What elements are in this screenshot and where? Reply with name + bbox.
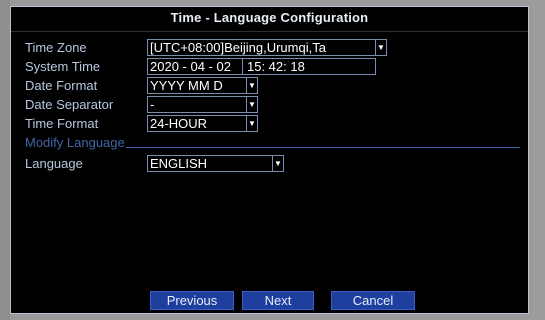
language-select[interactable]: ENGLISH ▼ — [147, 155, 284, 172]
time-zone-value: [UTC+08:00]Beijing,Urumqi,Ta — [150, 40, 326, 55]
date-separator-label: Date Separator — [25, 97, 114, 112]
window-title: Time - Language Configuration — [170, 10, 369, 25]
date-separator-value: - — [150, 97, 155, 112]
date-format-label: Date Format — [25, 78, 98, 93]
date-separator-select[interactable]: - ▼ — [147, 96, 258, 113]
system-time-date[interactable]: 2020 - 04 - 02 — [150, 59, 231, 74]
system-time-label: System Time — [25, 59, 101, 74]
screen-bezel-left — [0, 0, 10, 320]
chevron-down-icon[interactable]: ▼ — [272, 156, 283, 171]
chevron-down-icon[interactable]: ▼ — [246, 78, 257, 93]
date-format-value: YYYY MM D — [150, 78, 223, 93]
time-format-value: 24-HOUR — [150, 116, 208, 131]
screen-bezel-right — [529, 0, 545, 320]
title-divider — [11, 31, 528, 32]
next-button[interactable]: Next — [242, 291, 314, 310]
modify-language-heading: Modify Language — [25, 135, 125, 150]
language-label: Language — [25, 156, 83, 171]
time-format-label: Time Format — [25, 116, 99, 131]
system-time-clock[interactable]: 15: 42: 18 — [247, 59, 305, 74]
time-zone-select[interactable]: [UTC+08:00]Beijing,Urumqi,Ta ▼ — [147, 39, 387, 56]
time-zone-label: Time Zone — [25, 40, 87, 55]
cancel-button[interactable]: Cancel — [331, 291, 415, 310]
system-time-field[interactable]: 2020 - 04 - 02 15: 42: 18 — [147, 58, 376, 75]
previous-button[interactable]: Previous — [150, 291, 234, 310]
section-divider — [126, 147, 520, 148]
time-format-select[interactable]: 24-HOUR ▼ — [147, 115, 258, 132]
language-value: ENGLISH — [150, 156, 208, 171]
time-language-config-window: Time - Language Configuration Time Zone … — [10, 6, 529, 314]
chevron-down-icon[interactable]: ▼ — [246, 97, 257, 112]
chevron-down-icon[interactable]: ▼ — [246, 116, 257, 131]
chevron-down-icon[interactable]: ▼ — [375, 40, 386, 55]
date-format-select[interactable]: YYYY MM D ▼ — [147, 77, 258, 94]
date-time-divider — [242, 59, 243, 74]
